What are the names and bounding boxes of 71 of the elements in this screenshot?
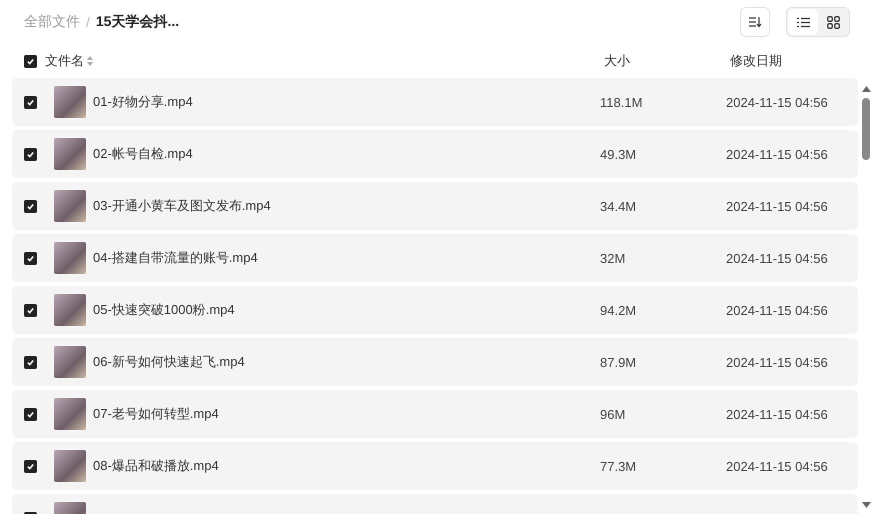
breadcrumb-separator: / — [86, 14, 90, 30]
modified-date: 2024-11-15 04:56 — [726, 198, 828, 214]
video-thumbnail — [54, 190, 86, 222]
scrollbar-thumb[interactable] — [862, 98, 870, 160]
video-thumbnail — [54, 398, 86, 430]
file-size: 94.2M — [600, 302, 636, 318]
modified-date: 2024-11-15 04:56 — [726, 250, 828, 266]
sort-button[interactable] — [740, 7, 770, 37]
modified-date: 2024-11-15 04:56 — [726, 458, 828, 474]
check-icon — [26, 56, 35, 66]
video-thumbnail — [54, 86, 86, 118]
file-row[interactable]: 02-帐号自检.mp4 49.3M 2024-11-15 04:56 — [12, 130, 858, 178]
modified-date: 2024-11-15 04:56 — [726, 406, 828, 422]
file-name: 07-老号如何转型.mp4 — [93, 405, 219, 423]
scroll-up-icon[interactable] — [862, 86, 870, 92]
check-icon — [26, 150, 35, 158]
file-row[interactable]: 03-开通小黄车及图文发布.mp4 34.4M 2024-11-15 04:56 — [12, 182, 858, 230]
column-header[interactable]: 大小 — [604, 52, 730, 70]
file-size: 118.1M — [600, 94, 642, 110]
file-size: 32M — [600, 250, 626, 266]
modified-date: 2024-11-15 04:56 — [726, 146, 828, 162]
file-name: 08-爆品和破播放.mp4 — [93, 457, 219, 475]
sort-icon — [748, 16, 762, 28]
column-header[interactable]: 文件名 — [45, 52, 93, 70]
checkbox[interactable] — [24, 408, 37, 420]
check-icon — [26, 98, 35, 106]
check-icon — [26, 306, 35, 314]
modified-date: 2024-11-15 04:56 — [726, 94, 828, 110]
video-thumbnail — [54, 346, 86, 378]
modified-date: 2024-11-15 04:56 — [726, 354, 828, 370]
grid-icon — [826, 16, 840, 28]
file-name: 06-新号如何快速起飞.mp4 — [93, 353, 245, 371]
file-size: 77.3M — [600, 458, 636, 474]
file-row[interactable]: 08-爆品和破播放.mp4 77.3M 2024-11-15 04:56 — [12, 442, 858, 490]
check-icon — [26, 410, 35, 418]
check-icon — [26, 462, 35, 470]
file-name: 02-帐号自检.mp4 — [93, 145, 193, 163]
file-row[interactable]: 04-搭建自带流量的账号.mp4 32M 2024-11-15 04:56 — [12, 234, 858, 282]
checkbox[interactable] — [24, 252, 37, 264]
file-size: 96M — [600, 406, 626, 422]
file-row[interactable]: 01-好物分享.mp4 118.1M 2024-11-15 04:56 — [12, 78, 858, 126]
checkbox[interactable] — [24, 200, 37, 212]
file-name: 03-开通小黄车及图文发布.mp4 — [93, 197, 271, 215]
file-row[interactable]: 05-快速突破1000粉.mp4 94.2M 2024-11-15 04:56 — [12, 286, 858, 334]
checkbox[interactable] — [24, 148, 37, 160]
column-header[interactable]: 修改日期 — [730, 52, 850, 70]
file-size: 49.3M — [600, 146, 636, 162]
checkbox[interactable] — [24, 356, 37, 368]
checkbox[interactable] — [24, 460, 37, 472]
checkbox[interactable] — [24, 54, 37, 68]
list-view-button[interactable] — [788, 9, 818, 35]
video-thumbnail — [54, 450, 86, 482]
check-icon — [26, 358, 35, 366]
modified-date: 2024-11-15 04:56 — [726, 302, 828, 318]
checkbox[interactable] — [24, 304, 37, 316]
scroll-down-icon[interactable] — [862, 502, 870, 508]
file-row[interactable]: 06-新号如何快速起飞.mp4 87.9M 2024-11-15 04:56 — [12, 338, 858, 386]
checkbox[interactable] — [24, 96, 37, 108]
video-thumbnail — [54, 138, 86, 170]
video-thumbnail — [54, 294, 86, 326]
file-row[interactable]: 07-老号如何转型.mp4 96M 2024-11-15 04:56 — [12, 390, 858, 438]
breadcrumb-link[interactable]: 15天学会抖... — [96, 13, 180, 31]
check-icon — [26, 254, 35, 262]
file-name: 05-快速突破1000粉.mp4 — [93, 301, 235, 319]
file-name: 01-好物分享.mp4 — [93, 93, 193, 111]
file-size: 87.9M — [600, 354, 636, 370]
video-thumbnail — [54, 242, 86, 274]
file-name: 04-搭建自带流量的账号.mp4 — [93, 249, 258, 267]
file-size: 34.4M — [600, 198, 636, 214]
check-icon — [26, 202, 35, 210]
list-icon — [796, 16, 810, 28]
